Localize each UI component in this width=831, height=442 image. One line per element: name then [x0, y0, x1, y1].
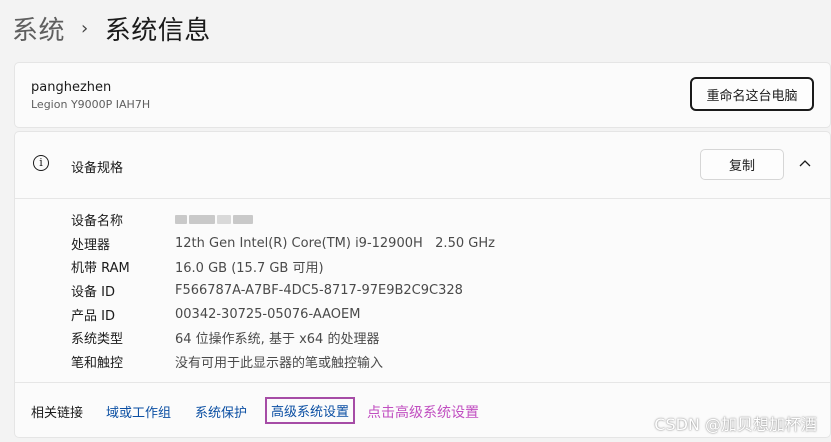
spec-row-device-id: 设备 ID F566787A-A7BF-4DC5-8717-97E9B2C9C3… — [71, 279, 495, 303]
spec-value: 16.0 GB (15.7 GB 可用) — [175, 261, 324, 277]
spec-row-processor: 处理器 12th Gen Intel(R) Core(TM) i9-12900H… — [71, 232, 495, 256]
spec-value: 12th Gen Intel(R) Core(TM) i9-12900H 2.5… — [175, 235, 495, 251]
spec-label: 系统类型 — [71, 332, 124, 348]
copy-button[interactable]: 复制 — [700, 149, 784, 180]
info-icon: i — [33, 155, 49, 171]
device-model: Legion Y9000P IAH7H — [31, 98, 151, 111]
device-name: panghezhen — [31, 80, 112, 95]
breadcrumb-separator: › — [81, 17, 89, 39]
spec-value: 没有可用于此显示器的笔或触控输入 — [175, 355, 384, 371]
chevron-up-icon[interactable] — [798, 156, 812, 170]
spec-label: 笔和触控 — [71, 355, 124, 371]
spec-value: 64 位操作系统, 基于 x64 的处理器 — [175, 332, 380, 348]
rename-pc-button[interactable]: 重命名这台电脑 — [690, 77, 814, 111]
spec-label: 设备 ID — [71, 285, 115, 301]
spec-label: 设备名称 — [71, 214, 124, 230]
specs-title: 设备规格 — [71, 161, 124, 176]
watermark: CSDN @加贝想加杯酒 — [654, 415, 817, 434]
spec-value: 00342-30725-05076-AAOEM — [175, 306, 361, 322]
breadcrumb: 系统 › 系统信息 — [12, 8, 211, 48]
device-card: panghezhen Legion Y9000P IAH7H 重命名这台电脑 — [14, 62, 831, 128]
device-specs-card: i 设备规格 复制 设备名称 处理器 12th Gen Intel(R) Cor… — [14, 131, 831, 438]
related-links-label: 相关链接 — [31, 406, 84, 421]
specs-header[interactable]: i 设备规格 复制 — [15, 132, 830, 199]
spec-label: 机带 RAM — [71, 261, 130, 277]
redacted-device-name — [175, 215, 253, 225]
spec-row-system-type: 系统类型 64 位操作系统, 基于 x64 的处理器 — [71, 326, 495, 350]
annotation-text: 点击高级系统设置 — [367, 405, 479, 421]
breadcrumb-parent[interactable]: 系统 — [12, 10, 65, 47]
system-protection-link[interactable]: 系统保护 — [195, 402, 247, 421]
page-title: 系统信息 — [104, 15, 211, 46]
spec-row-device-name: 设备名称 — [71, 208, 495, 232]
advanced-system-settings-link[interactable]: 高级系统设置 — [265, 397, 356, 424]
spec-rows: 设备名称 处理器 12th Gen Intel(R) Core(TM) i9-1… — [71, 208, 495, 373]
spec-value: F566787A-A7BF-4DC5-8717-97E9B2C9C328 — [175, 283, 463, 299]
spec-label: 产品 ID — [71, 308, 115, 324]
spec-row-product-id: 产品 ID 00342-30725-05076-AAOEM — [71, 302, 495, 326]
spec-row-ram: 机带 RAM 16.0 GB (15.7 GB 可用) — [71, 255, 495, 279]
spec-label: 处理器 — [71, 237, 111, 253]
domain-workgroup-link[interactable]: 域或工作组 — [106, 402, 171, 421]
spec-row-pen-touch: 笔和触控 没有可用于此显示器的笔或触控输入 — [71, 350, 495, 374]
